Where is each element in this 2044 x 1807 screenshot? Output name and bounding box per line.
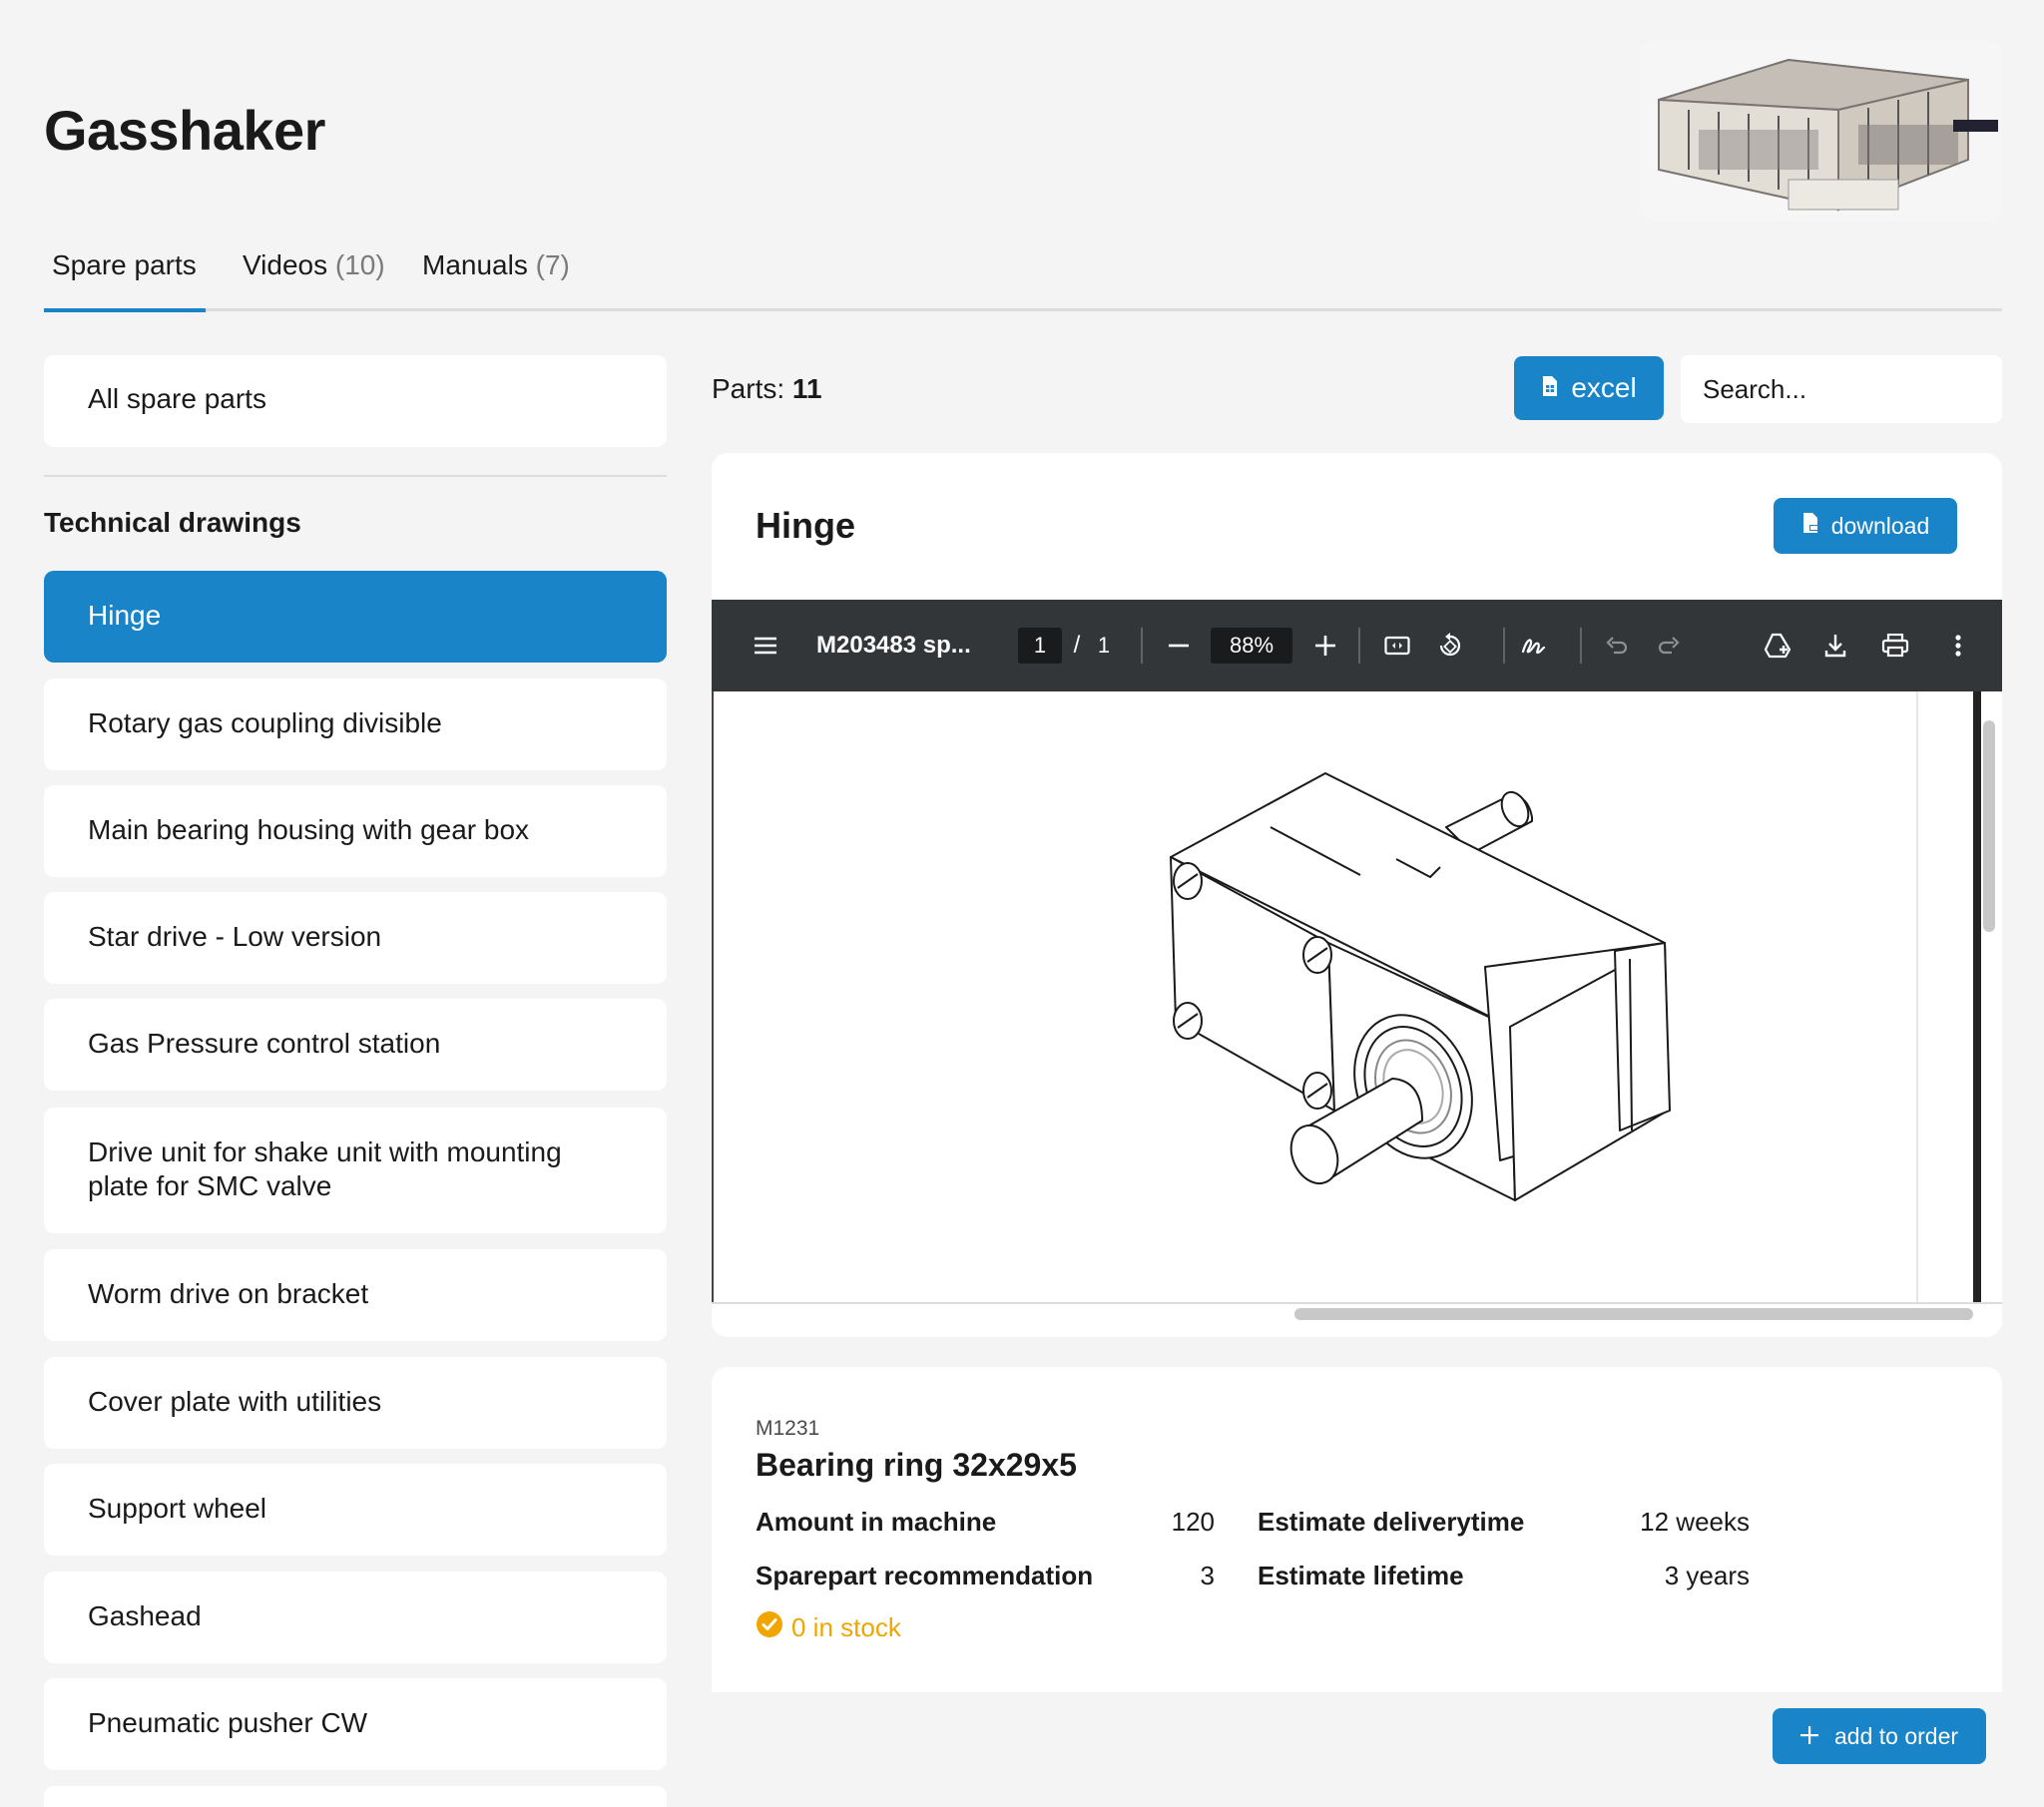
recommendation-label: Sparepart recommendation [756, 1561, 1094, 1590]
toolbar-divider [1503, 628, 1505, 664]
sidebar-item-main-bearing-housing[interactable]: Main bearing housing with gear box [44, 785, 667, 877]
horizontal-scrollbar-track [712, 1302, 2002, 1304]
amount-label: Amount in machine [756, 1507, 997, 1537]
pdf-page-separator: / [1073, 632, 1081, 659]
pdf-page-input[interactable]: 1 [1018, 628, 1062, 664]
sidebar-item-support-wheel[interactable]: Support wheel [44, 1464, 667, 1556]
sidebar-item-label: Worm drive on bracket [88, 1278, 369, 1309]
zoom-out-icon[interactable] [1159, 600, 1199, 691]
stock-status: 0 in stock [756, 1610, 901, 1645]
sidebar-item-label: Gas Pressure control station [88, 1028, 441, 1059]
drawing-viewer: Hinge download M203483 sp... 1 / 1 88% [712, 453, 2002, 1337]
sidebar-item-pneumatic-pusher[interactable]: Pneumatic pusher CW [44, 1678, 667, 1770]
pdf-page-input-wrap: 1 [1017, 600, 1063, 691]
sidebar-item-label: Star drive - Low version [88, 921, 382, 952]
annotate-pen-icon[interactable] [1513, 600, 1553, 691]
search-input[interactable] [1681, 355, 2002, 423]
add-to-order-label: add to order [1833, 1722, 1959, 1749]
toolbar-divider [1580, 628, 1582, 664]
download-button[interactable]: download [1774, 498, 1957, 554]
sidebar-divider [44, 475, 667, 477]
sidebar-item-label: Pneumatic pusher CW [88, 1707, 368, 1738]
drive-save-icon[interactable] [1757, 600, 1798, 691]
tab-bar: Spare parts Videos (10) Manuals (7) [44, 239, 2002, 312]
part-number: M1231 [756, 1417, 820, 1440]
amount-value: 120 [1171, 1507, 1215, 1537]
lifetime-value: 3 years [1664, 1561, 1750, 1590]
section-heading: Technical drawings [44, 507, 301, 538]
machine-image [1639, 40, 2002, 222]
sidebar-item-hinge[interactable]: Hinge [44, 571, 667, 663]
tab-videos[interactable]: Videos (10) [243, 239, 385, 311]
pdf-page-border [712, 691, 714, 1302]
tab-label: Videos [243, 249, 328, 280]
download-icon[interactable] [1815, 600, 1855, 691]
toolbar-divider [1141, 628, 1143, 664]
vertical-scrollbar[interactable] [1983, 720, 1995, 932]
sidebar-item-label: Cover plate with utilities [88, 1386, 382, 1417]
pdf-zoom-input[interactable]: 88% [1211, 628, 1292, 664]
sidebar-item-star-drive[interactable]: Star drive - Low version [44, 892, 667, 984]
download-button-label: download [1830, 512, 1930, 539]
technical-drawing [1170, 772, 1671, 1201]
vertical-scrollbar-track [1973, 691, 1981, 1302]
sidebar-item-label: Hinge [88, 600, 162, 631]
sidebar-item-rotary-gas-coupling[interactable]: Rotary gas coupling divisible [44, 678, 667, 770]
sidebar-item-label: Rotary gas coupling divisible [88, 707, 442, 738]
check-circle-icon [756, 1610, 783, 1645]
spreadsheet-icon [1541, 372, 1559, 404]
tab-label: Spare parts [52, 249, 197, 280]
page-title: Gasshaker [44, 99, 325, 162]
parts-count-value: 11 [791, 373, 822, 404]
sidebar-item-label: Drive unit for shake unit with mounting … [88, 1136, 562, 1201]
redo-icon[interactable] [1649, 600, 1689, 691]
delivery-value: 12 weeks [1640, 1507, 1750, 1537]
pdf-menu-icon[interactable] [748, 600, 783, 691]
sidebar-item-gas-pressure-control[interactable]: Gas Pressure control station [44, 999, 667, 1091]
print-icon[interactable] [1874, 600, 1916, 691]
excel-export-button[interactable]: excel [1514, 356, 1664, 420]
pdf-page[interactable] [712, 691, 2002, 1337]
sidebar-item-label: Main bearing housing with gear box [88, 814, 530, 845]
pdf-toolbar: M203483 sp... 1 / 1 88% [712, 600, 2002, 691]
tab-manuals[interactable]: Manuals (7) [422, 239, 570, 311]
tab-count: (7) [535, 249, 570, 280]
tab-count: (10) [334, 249, 385, 280]
pdf-file-icon [1801, 512, 1819, 540]
drawing-title: Hinge [756, 505, 856, 546]
delivery-label: Estimate deliverytime [1258, 1507, 1525, 1537]
pdf-filename: M203483 sp... [816, 632, 971, 659]
sidebar-item-cover-plate[interactable]: Cover plate with utilities [44, 1357, 667, 1449]
tab-label: Manuals [422, 249, 528, 280]
sidebar-item-worm-drive[interactable]: Worm drive on bracket [44, 1249, 667, 1341]
lifetime-label: Estimate lifetime [1258, 1561, 1464, 1590]
fit-page-icon[interactable] [1377, 600, 1417, 691]
tab-spare-parts[interactable]: Spare parts [44, 239, 206, 312]
recommendation-value: 3 [1200, 1561, 1215, 1590]
zoom-input-wrap: 88% [1210, 600, 1293, 691]
parts-count-label: Parts: [712, 373, 785, 404]
sidebar-item-all-spare-parts[interactable]: All spare parts [44, 355, 667, 447]
sidebar-item-drive-unit[interactable]: Drive unit for shake unit with mounting … [44, 1108, 667, 1233]
sidebar-item-label: Support wheel [88, 1493, 267, 1524]
rotate-icon[interactable] [1430, 600, 1470, 691]
undo-icon[interactable] [1597, 600, 1637, 691]
sidebar-item-label: Gashead [88, 1600, 202, 1631]
sidebar-item-partial[interactable] [44, 1786, 667, 1807]
horizontal-scrollbar[interactable] [1294, 1308, 1973, 1320]
part-card: M1231 Bearing ring 32x29x5 Amount in mac… [712, 1367, 2002, 1781]
stock-label: 0 in stock [791, 1612, 901, 1642]
plus-icon [1799, 1723, 1818, 1750]
pdf-page-edge [1916, 691, 1918, 1302]
parts-count: Parts: 11 [712, 373, 822, 405]
part-name: Bearing ring 32x29x5 [756, 1447, 1077, 1483]
add-to-order-button[interactable]: add to order [1773, 1708, 1986, 1764]
zoom-in-icon[interactable] [1305, 600, 1345, 691]
sidebar-item-gashead[interactable]: Gashead [44, 1572, 667, 1663]
excel-button-label: excel [1571, 372, 1637, 403]
pdf-total-pages: 1 [1097, 633, 1111, 658]
toolbar-divider [1358, 628, 1360, 664]
more-options-icon[interactable] [1943, 600, 1973, 691]
